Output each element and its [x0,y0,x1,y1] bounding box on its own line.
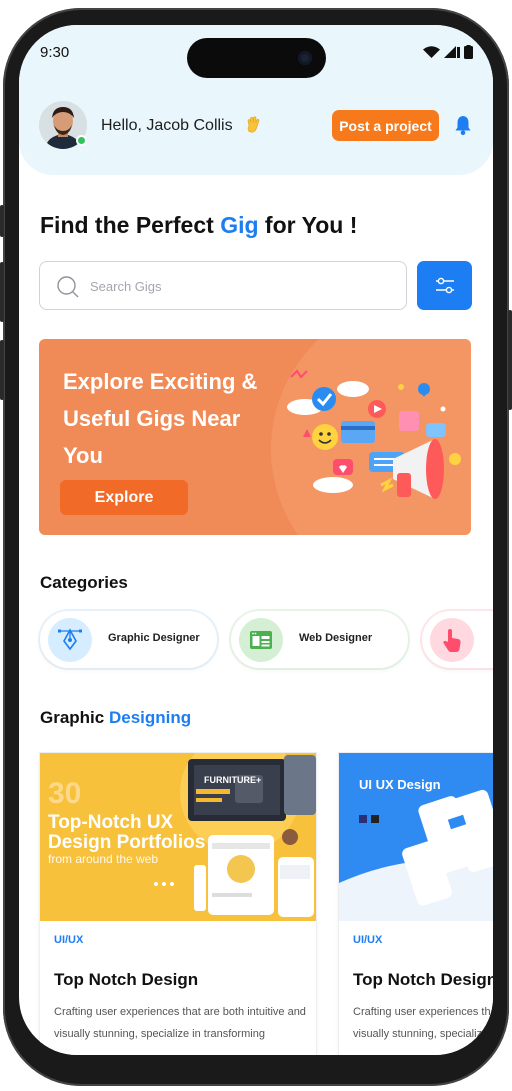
post-project-button[interactable]: Post a project [332,110,439,141]
gigs-section-accent: Designing [108,708,192,727]
gig-thumbnail: UI UX Design [339,753,493,921]
search-icon [57,276,79,298]
gig-title: Top Notch Design [54,970,199,989]
greeting-text: Hello, Jacob Collis [101,117,233,134]
page-title-accent: Gig [220,212,259,238]
gig-description: Crafting user experiences that are both … [353,1006,493,1040]
waving-hand-icon [247,116,260,133]
phone-power-button [508,310,512,410]
gigs-section-title: Graphic Designing [40,708,191,728]
filter-button[interactable] [417,261,472,310]
categories-title: Categories [40,573,128,592]
category-icon-wrap [239,618,283,662]
explore-button[interactable]: Explore [60,480,188,515]
gig-description: Crafting user experiences that are both … [54,1006,306,1040]
gig-thumbnail: 30 Top-Notch UX Design Portfolios from a… [40,753,316,921]
wifi-icon [423,46,440,58]
gig-tag: UI/UX [54,934,84,946]
gig-card[interactable]: 30 Top-Notch UX Design Portfolios from a… [40,753,316,1055]
category-graphic-designer[interactable]: Graphic Designer [40,611,217,668]
web-layout-icon [250,631,272,649]
search-box[interactable] [39,261,407,310]
category-icon-wrap [430,618,474,662]
tap-hand-icon [443,629,461,652]
megaphone-illustration-icon [287,369,461,499]
gig-title: Top Notch Design [353,970,493,989]
banner-headline: Explore Exciting & Useful Gigs Near You [63,369,258,468]
status-icons [423,45,473,59]
phone-volume-down [0,340,4,400]
app-screen: 9:30 Hello, Jacob Collis Post a project … [19,25,493,1055]
camera-icon [298,51,312,65]
thumbnail-number: 30 [48,777,82,810]
category-icon-wrap [48,618,92,662]
category-label: Graphic Designer [108,632,200,644]
battery-icon [464,45,473,59]
thumbnail-subtext: from around the web [48,852,159,866]
dynamic-island [187,38,326,78]
filter-sliders-icon [435,277,454,293]
category-third[interactable] [422,611,493,668]
status-time: 9:30 [40,44,70,61]
phone-volume-up [0,262,4,322]
page-title-prefix: Find the Perfect [40,212,221,238]
category-label: Web Designer [299,632,373,644]
gig-tag: UI/UX [353,934,383,946]
gigs-section-prefix: Graphic [40,708,109,727]
signal-icon [444,46,460,58]
pen-tool-icon [58,628,82,651]
thumbnail-headline: Top-Notch UX Design Portfolios [48,812,206,853]
thumbnail-headline: UI UX Design [359,777,441,792]
page-title: Find the Perfect Gig for You ! [40,212,357,239]
page-title-suffix: for You ! [258,212,358,238]
thumbnail-mockup-label: FURNITURE+ [204,775,262,785]
promo-banner[interactable]: Explore Exciting & Useful Gigs Near You … [39,339,471,535]
search-input[interactable] [90,274,390,298]
online-status-dot [76,135,87,146]
phone-side-button [0,205,4,237]
category-web-designer[interactable]: Web Designer [231,611,408,668]
notification-bell-icon[interactable] [452,114,474,136]
gig-card[interactable]: UI UX Design UI/UX Top Notch Design Craf… [339,753,493,1055]
